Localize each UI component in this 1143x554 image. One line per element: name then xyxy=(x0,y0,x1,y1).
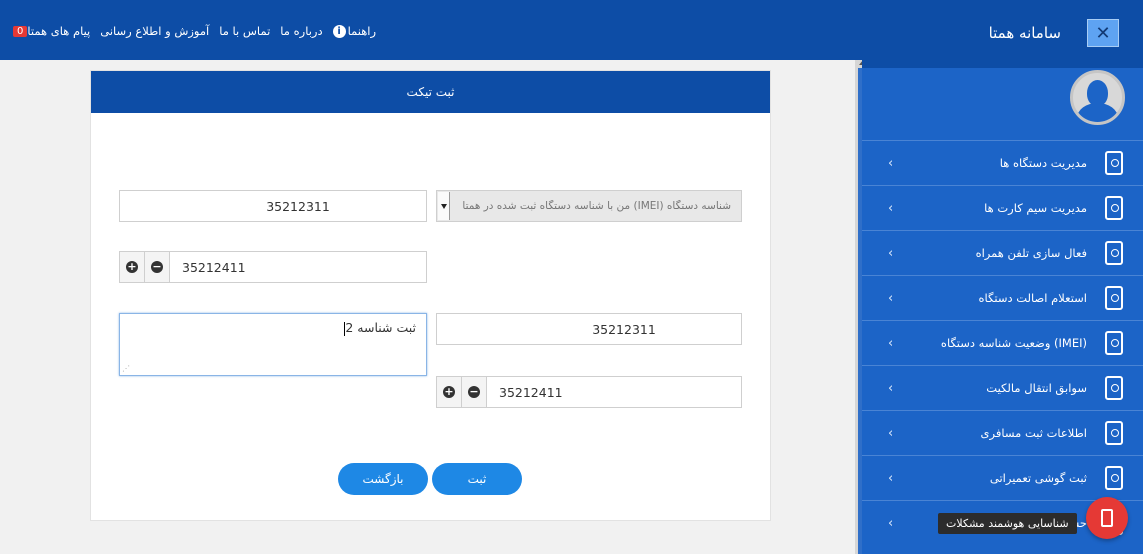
sidebar-item-label: اطلاعات ثبت مسافری xyxy=(980,426,1087,440)
sidebar-item-phone-activation[interactable]: ‹ فعال سازی تلفن همراه xyxy=(862,230,1143,275)
phone-status-icon xyxy=(1105,331,1123,355)
phone-settings-icon xyxy=(1105,151,1123,175)
sidebar-item-label: سوابق انتقال مالکیت xyxy=(986,381,1087,395)
card-title: ثبت تیکت xyxy=(91,71,770,113)
chevron-left-icon: ‹ xyxy=(888,380,894,396)
education-link[interactable]: آموزش و اطلاع رسانی xyxy=(100,24,209,38)
repair-icon xyxy=(1105,466,1123,490)
sidebar-item-imei-status[interactable]: ‹ وضعیت شناسه دستگاه (IMEI) xyxy=(862,320,1143,365)
messages-link[interactable]: پیام های همتا 0 xyxy=(10,24,90,38)
imei-input-2[interactable] xyxy=(437,314,741,344)
sidebar-item-traveler-info[interactable]: ‹ اطلاعات ثبت مسافری xyxy=(862,410,1143,455)
traveler-info-icon xyxy=(1105,421,1123,445)
messages-label: پیام های همتا xyxy=(27,24,91,38)
back-button[interactable]: بازگشت xyxy=(338,463,428,495)
fab-tooltip: شناسایی هوشمند مشکلات xyxy=(938,513,1077,534)
smart-diagnosis-button[interactable] xyxy=(1086,497,1128,539)
decrement-button-1[interactable]: − xyxy=(145,252,170,282)
sidebar-item-label: مدیریت سیم کارت ها xyxy=(984,201,1087,215)
imei-field-1[interactable] xyxy=(119,190,427,222)
description-textarea[interactable]: ثبت شناسه 2 ⋰ xyxy=(119,313,427,376)
resize-grip-icon[interactable]: ⋰ xyxy=(122,364,130,373)
textarea-text: ثبت شناسه 2 xyxy=(344,320,416,336)
sidebar-item-sim-management[interactable]: ‹ مدیریت سیم کارت ها xyxy=(862,185,1143,230)
top-nav: راهنما i درباره ما تماس با ما آموزش و اط… xyxy=(10,24,376,38)
select-placeholder: شناسه دستگاه (IMEI) من با شناسه دستگاه ث… xyxy=(462,200,731,212)
close-icon: ✕ xyxy=(1095,22,1111,44)
chevron-left-icon: ‹ xyxy=(888,155,894,171)
app-title: سامانه همتا xyxy=(988,24,1061,42)
sidebar: ✕ سامانه همتا ‹ مدیریت دستگاه ها ‹ مدیری… xyxy=(862,0,1143,554)
avatar[interactable] xyxy=(1070,70,1125,125)
sidebar-item-label: ثبت گوشی تعمیراتی xyxy=(989,471,1087,485)
sidebar-item-authenticity-inquiry[interactable]: ‹ استعلام اصالت دستگاه xyxy=(862,275,1143,320)
sidebar-item-ownership-history[interactable]: ‹ سوابق انتقال مالکیت xyxy=(862,365,1143,410)
sidebar-header: ✕ سامانه همتا xyxy=(862,0,1143,68)
phone-activate-icon xyxy=(1105,241,1123,265)
sidebar-item-label: فعال سازی تلفن همراه xyxy=(975,246,1087,260)
chevron-left-icon: ‹ xyxy=(888,335,894,351)
phone-search-icon xyxy=(1105,286,1123,310)
sim-card-icon xyxy=(1105,196,1123,220)
decrement-button-2[interactable]: − xyxy=(462,377,487,407)
imei-stepper-2[interactable]: + − 35212411 xyxy=(436,376,742,408)
messages-badge: 0 xyxy=(13,25,28,37)
chevron-left-icon: ‹ xyxy=(888,245,894,261)
help-link[interactable]: راهنما i xyxy=(332,24,377,38)
sidebar-item-repair-phone[interactable]: ‹ ثبت گوشی تعمیراتی xyxy=(862,455,1143,500)
stepper-value-1: 35212411 xyxy=(182,260,246,275)
chevron-left-icon: ‹ xyxy=(888,515,894,531)
info-icon: i xyxy=(332,24,346,38)
imei-field-2[interactable] xyxy=(436,313,742,345)
increment-button-2[interactable]: + xyxy=(437,377,462,407)
imei-stepper-1[interactable]: + − 35212411 xyxy=(119,251,427,283)
minus-icon: − xyxy=(468,385,480,398)
top-bar: راهنما i درباره ما تماس با ما آموزش و اط… xyxy=(0,0,862,60)
contact-link[interactable]: تماس با ما xyxy=(219,24,270,38)
sidebar-item-label: استعلام اصالت دستگاه xyxy=(978,291,1087,305)
ownership-transfer-icon xyxy=(1105,376,1123,400)
imei-input-1[interactable] xyxy=(120,191,426,221)
help-label: راهنما xyxy=(347,24,377,38)
plus-icon: + xyxy=(126,260,138,273)
chevron-left-icon: ‹ xyxy=(888,290,894,306)
sidebar-item-device-management[interactable]: ‹ مدیریت دستگاه ها xyxy=(862,140,1143,185)
stepper-value-2: 35212411 xyxy=(499,385,563,400)
plus-icon: + xyxy=(443,385,455,398)
sidebar-item-label: وضعیت شناسه دستگاه (IMEI) xyxy=(940,336,1087,350)
ticket-card: ثبت تیکت xyxy=(90,70,771,521)
imei-type-select[interactable]: شناسه دستگاه (IMEI) من با شناسه دستگاه ث… xyxy=(436,190,742,222)
chevron-left-icon: ‹ xyxy=(888,470,894,486)
chevron-left-icon: ‹ xyxy=(888,200,894,216)
close-button[interactable]: ✕ xyxy=(1087,19,1119,47)
chevron-left-icon: ‹ xyxy=(888,425,894,441)
about-link[interactable]: درباره ما xyxy=(280,24,322,38)
sidebar-item-label: مدیریت دستگاه ها xyxy=(999,156,1087,170)
increment-button-1[interactable]: + xyxy=(120,252,145,282)
submit-button[interactable]: ثبت xyxy=(432,463,522,495)
minus-icon: − xyxy=(151,260,163,273)
phone-icon xyxy=(1101,509,1113,527)
